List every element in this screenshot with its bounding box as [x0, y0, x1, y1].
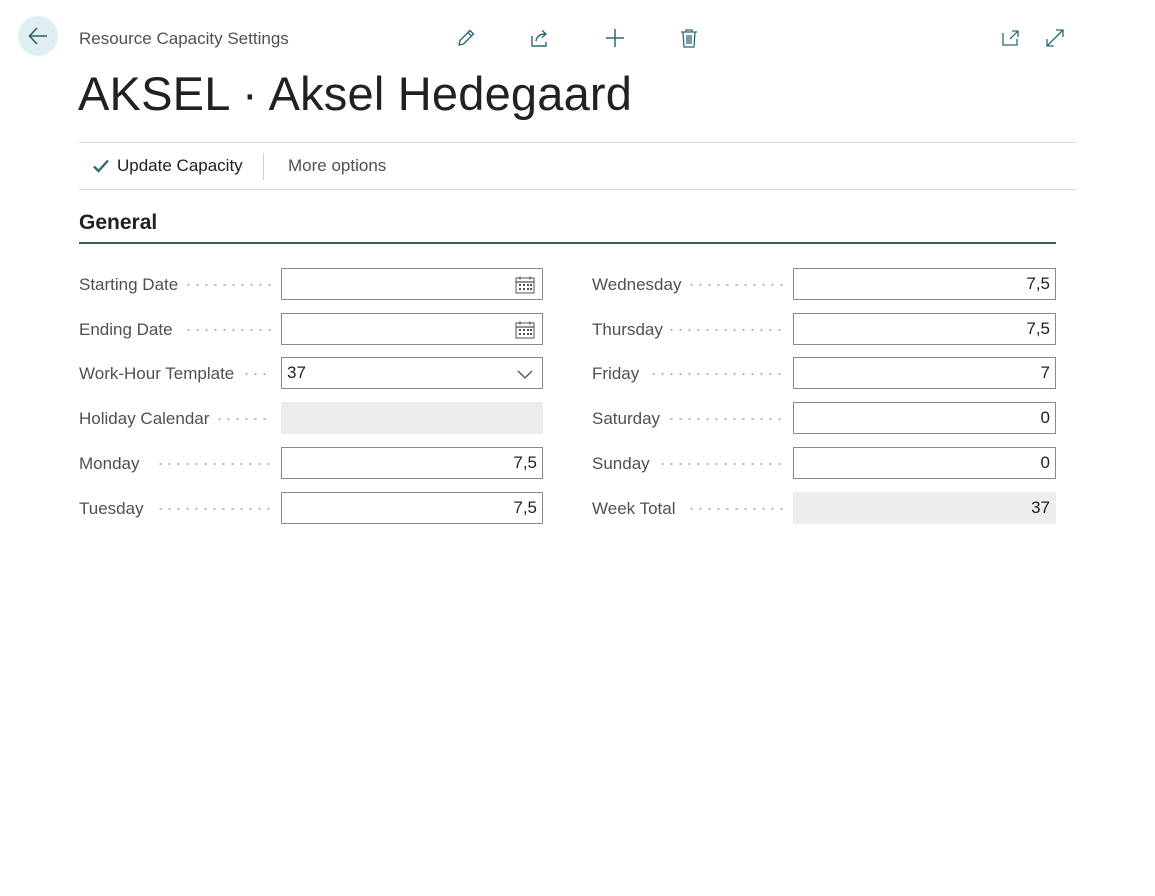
- label-tuesday: Tuesday: [79, 492, 272, 526]
- delete-button[interactable]: [676, 25, 702, 51]
- checkmark-icon: [93, 159, 109, 173]
- share-icon: [531, 29, 548, 47]
- wednesday-input[interactable]: 7,5: [793, 268, 1056, 300]
- action-separator: [263, 153, 264, 180]
- update-capacity-button[interactable]: Update Capacity: [91, 143, 243, 189]
- add-icon: [606, 29, 624, 47]
- open-in-new-window-icon: [1002, 30, 1019, 46]
- label-sunday: Sunday: [592, 447, 785, 481]
- chevron-down-icon: [517, 370, 533, 379]
- expand-button[interactable]: [1042, 25, 1068, 51]
- monday-input[interactable]: 7,5: [281, 447, 543, 479]
- label-ending-date: Ending Date: [79, 313, 272, 347]
- edit-button[interactable]: [453, 25, 479, 51]
- action-bar: Update Capacity More options: [79, 142, 1077, 190]
- new-button[interactable]: [602, 25, 628, 51]
- week-total-field: 37: [793, 492, 1056, 524]
- label-starting-date: Starting Date: [79, 268, 272, 302]
- more-options-button[interactable]: More options: [288, 143, 386, 189]
- starting-date-input[interactable]: [281, 268, 543, 300]
- work-hour-template-select[interactable]: 37: [281, 357, 543, 389]
- thursday-input[interactable]: 7,5: [793, 313, 1056, 345]
- share-button[interactable]: [527, 25, 553, 51]
- label-work-hour-template: Work-Hour Template: [79, 357, 272, 391]
- label-thursday: Thursday: [592, 313, 785, 347]
- ending-date-input[interactable]: [281, 313, 543, 345]
- calendar-icon[interactable]: [515, 321, 535, 339]
- arrow-left-icon: [28, 27, 47, 45]
- calendar-icon[interactable]: [515, 276, 535, 294]
- breadcrumb: Resource Capacity Settings: [79, 29, 289, 48]
- saturday-input[interactable]: 0: [793, 402, 1056, 434]
- label-holiday-calendar: Holiday Calendar: [79, 402, 272, 436]
- label-friday: Friday: [592, 357, 785, 391]
- page-title: AKSEL · Aksel Hedegaard: [78, 67, 633, 120]
- back-button[interactable]: [18, 16, 58, 56]
- expand-icon: [1046, 29, 1064, 47]
- holiday-calendar-field: [281, 402, 543, 434]
- open-in-new-window-button[interactable]: [998, 25, 1024, 51]
- tuesday-input[interactable]: 7,5: [281, 492, 543, 524]
- sunday-input[interactable]: 0: [793, 447, 1056, 479]
- label-saturday: Saturday: [592, 402, 785, 436]
- delete-icon: [681, 29, 697, 48]
- update-capacity-label: Update Capacity: [117, 156, 243, 175]
- edit-icon: [458, 29, 475, 46]
- label-week-total: Week Total: [592, 492, 785, 526]
- label-monday: Monday: [79, 447, 272, 481]
- label-wednesday: Wednesday: [592, 268, 785, 302]
- section-title-general: General: [79, 211, 1056, 244]
- friday-input[interactable]: 7: [793, 357, 1056, 389]
